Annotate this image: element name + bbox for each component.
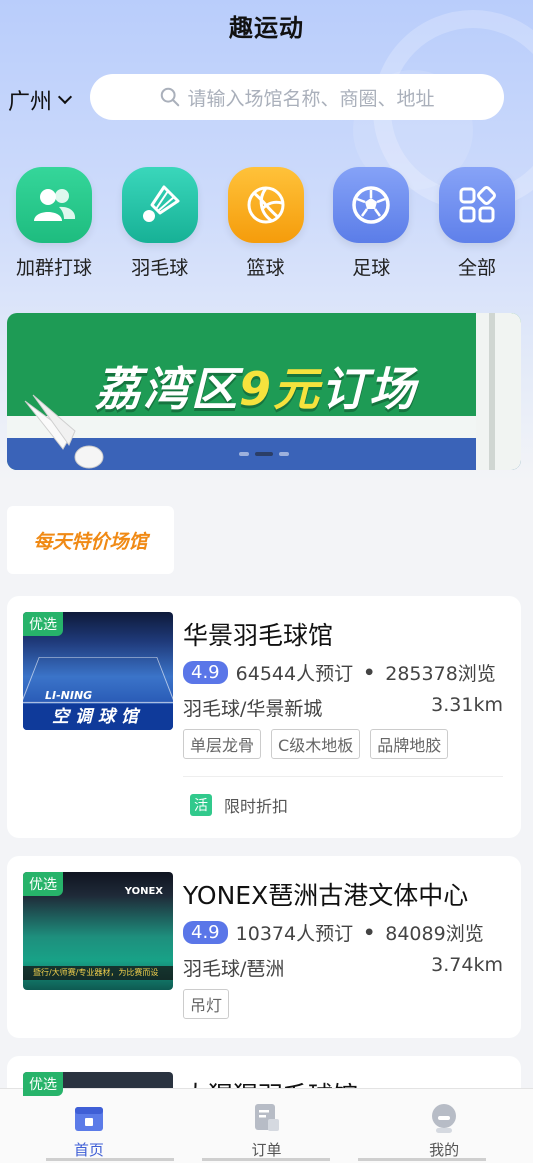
category-label: 羽毛球 [131,257,189,279]
pager-dot-active [255,452,273,456]
separator-dot: • [363,921,376,944]
shuttlecock-icon [24,394,104,469]
tab-label: 我的 [429,1141,460,1159]
city-label: 广州 [8,90,53,115]
featured-badge: 优选 [23,872,63,896]
soccer-icon [333,167,410,243]
tab-label: 订单 [251,1141,282,1159]
venue-name: YONEX琶洲古港文体中心 [183,881,469,910]
venue-category: 羽毛球/华景新城 [183,698,323,720]
venue-location-row: 羽毛球/华景新城 3.31km [183,694,503,721]
category-soccer[interactable]: 足球 [325,167,417,280]
venue-card[interactable]: 优选 YONEX 暨行/大师赛/专业器材，为比赛而设 YONEX琶洲古港文体中心… [7,856,521,1038]
featured-badge: 优选 [23,612,63,636]
venue-stats: 4.9 64544人预订 • 285378浏览 [183,659,496,686]
chevron-down-icon [57,89,73,105]
rating-badge: 4.9 [183,921,228,944]
page-title: 趣运动 [229,14,304,42]
category-label: 全部 [457,257,496,279]
venue-distance: 3.31km [431,694,503,716]
deal-text: 限时折扣 [224,797,289,816]
tab-home[interactable]: 首页 [0,1089,178,1163]
pager-dot [279,452,289,456]
feature-tag: C级木地板 [271,729,361,759]
category-all[interactable]: 全部 [431,167,523,280]
basketball-icon [227,167,304,243]
promo-banner[interactable]: 荔湾区9元订场 [7,313,521,470]
search-placeholder: 请输入场馆名称、商圈、地址 [187,87,435,110]
booking-count: 64544人预订 [235,663,354,685]
thumbnail-brand: LI-NING [45,689,93,702]
tab-underline [358,1158,486,1161]
activity-badge: 活 [190,794,212,816]
pager-dot [239,452,249,456]
category-basketball[interactable]: 篮球 [220,167,312,280]
venue-stats: 4.9 10374人预订 • 84089浏览 [183,919,484,946]
order-icon [254,1104,279,1131]
feature-tag: 单层龙骨 [183,729,262,759]
view-count: 84089浏览 [385,923,484,945]
separator-dot: • [363,661,376,684]
tab-label: 首页 [73,1141,104,1159]
banner-headline: 荔湾区9元订场 [95,362,418,416]
tab-underline [46,1158,174,1161]
city-selector[interactable]: 广州 [8,84,73,116]
category-row: 加群打球 羽毛球 篮球 足球 全部 [0,167,533,280]
feature-tag: 品牌地胶 [370,729,449,759]
daily-deals-tab[interactable]: 每天特价场馆 [7,506,174,574]
venue-distance: 3.74km [431,954,503,976]
venue-category: 羽毛球/琶洲 [183,958,285,980]
feature-tags: 吊灯 [183,989,230,1019]
home-icon [74,1107,103,1131]
category-label: 足球 [352,257,391,279]
category-label: 加群打球 [15,257,92,279]
venue-location-row: 羽毛球/琶洲 3.74km [183,954,503,981]
banner-court-edge-line [489,313,495,470]
profile-icon [432,1104,457,1133]
category-join-group[interactable]: 加群打球 [8,167,100,280]
venue-card[interactable]: 优选 LI-NING 空调球馆 华景羽毛球馆 4.9 64544人预订 • 28… [7,596,521,838]
shuttlecock-icon [121,167,198,243]
bottom-tab-bar: 首页 订单 我的 [0,1088,533,1163]
featured-badge: 优选 [23,1072,63,1096]
banner-pagination [239,452,289,456]
feature-tag: 吊灯 [183,989,230,1019]
category-label: 篮球 [246,257,285,279]
grid-icon [439,167,515,243]
group-icon [16,167,92,243]
category-badminton[interactable]: 羽毛球 [114,167,206,280]
banner-court-edge [476,313,521,470]
view-count: 285378浏览 [385,663,496,685]
deal-row: 活 限时折扣 [190,793,288,817]
rating-badge: 4.9 [183,661,228,684]
search-input[interactable]: 请输入场馆名称、商圈、地址 [90,74,504,120]
tab-orders[interactable]: 订单 [178,1089,356,1163]
thumbnail-caption: 暨行/大师赛/专业器材，为比赛而设 [23,966,173,980]
thumbnail-caption: 空调球馆 [23,704,173,730]
search-icon [161,87,180,107]
booking-count: 10374人预订 [235,923,354,945]
feature-tags: 单层龙骨 C级木地板 品牌地胶 [183,729,449,759]
venue-name: 华景羽毛球馆 [183,621,334,650]
tab-underline [202,1158,330,1161]
tab-profile[interactable]: 我的 [355,1089,533,1163]
thumbnail-brand: YONEX [124,886,163,897]
divider [183,776,503,777]
